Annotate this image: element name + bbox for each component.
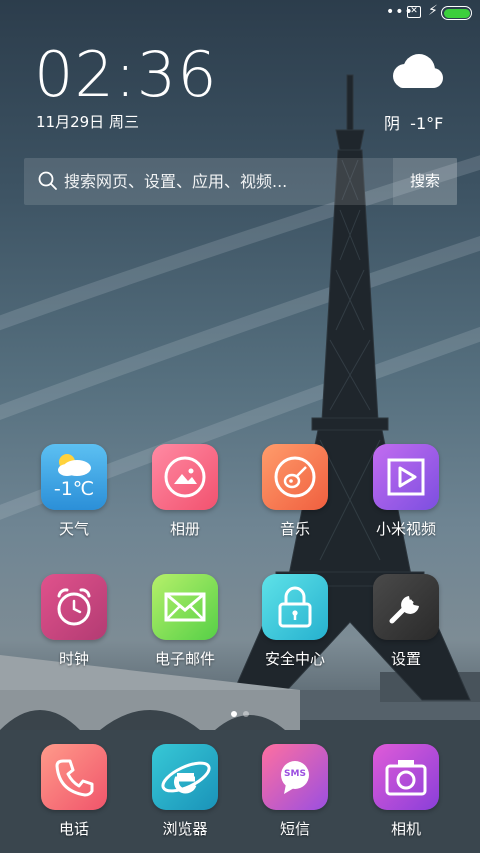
weather-icon: -1℃ <box>41 444 107 510</box>
search-icon <box>38 171 57 190</box>
clock-time[interactable]: 02:36 <box>34 40 218 110</box>
app-label: 电子邮件 <box>154 650 215 668</box>
gallery-icon <box>152 444 218 510</box>
battery-icon <box>441 6 472 20</box>
app-label: 设置 <box>390 650 421 668</box>
app-clock[interactable]: 时钟 <box>19 574 129 669</box>
app-label: 时钟 <box>58 650 89 668</box>
sms-icon: SMS <box>262 744 328 810</box>
charging-bolt-icon: ⚡ <box>428 3 438 19</box>
app-security[interactable]: 安全中心 <box>240 574 350 669</box>
app-settings[interactable]: 设置 <box>351 574 461 669</box>
sms-icon-text: SMS <box>284 769 306 779</box>
battery-level <box>443 8 470 18</box>
app-label: 音乐 <box>279 520 310 538</box>
app-label: 相机 <box>390 820 421 838</box>
weather-summary[interactable]: 阴 -1°F <box>384 110 443 134</box>
app-label: 小米视频 <box>375 520 436 538</box>
cloud-icon[interactable] <box>385 52 445 92</box>
app-label: 短信 <box>279 820 310 838</box>
video-icon <box>373 444 439 510</box>
app-video[interactable]: 小米视频 <box>351 444 461 539</box>
page-dot-active[interactable] <box>231 711 237 717</box>
phone-icon <box>41 744 107 810</box>
app-label: 相册 <box>169 520 200 538</box>
settings-icon <box>373 574 439 640</box>
camera-icon <box>373 744 439 810</box>
no-sim-icon: ✕ <box>407 6 421 18</box>
page-indicator <box>0 702 480 721</box>
app-music[interactable]: 音乐 <box>240 444 350 539</box>
status-bar: ••• ✕ ⚡ <box>0 0 480 26</box>
browser-icon <box>152 744 218 810</box>
dock-camera[interactable]: 相机 <box>351 744 461 839</box>
clock-icon <box>41 574 107 640</box>
dock-phone[interactable]: 电话 <box>19 744 129 839</box>
app-label: 安全中心 <box>264 650 325 668</box>
search-input[interactable]: 搜索网页、设置、应用、视频... <box>64 158 287 205</box>
app-label: 电话 <box>58 820 89 838</box>
dock-browser[interactable]: 浏览器 <box>130 744 240 839</box>
app-email[interactable]: 电子邮件 <box>130 574 240 669</box>
app-label: 浏览器 <box>162 820 208 838</box>
clock-date[interactable]: 11月29日 周三 <box>36 111 139 132</box>
search-button[interactable]: 搜索 <box>393 158 457 205</box>
page-dot[interactable] <box>243 711 249 717</box>
search-bar[interactable]: 搜索网页、设置、应用、视频... 搜索 <box>24 158 457 205</box>
weather-icon-temp: -1℃ <box>53 478 95 500</box>
security-icon <box>262 574 328 640</box>
music-icon <box>262 444 328 510</box>
app-weather[interactable]: -1℃ 天气 <box>19 444 129 539</box>
email-icon <box>152 574 218 640</box>
app-gallery[interactable]: 相册 <box>130 444 240 539</box>
dock-sms[interactable]: SMS 短信 <box>240 744 350 839</box>
app-label: 天气 <box>58 520 89 538</box>
